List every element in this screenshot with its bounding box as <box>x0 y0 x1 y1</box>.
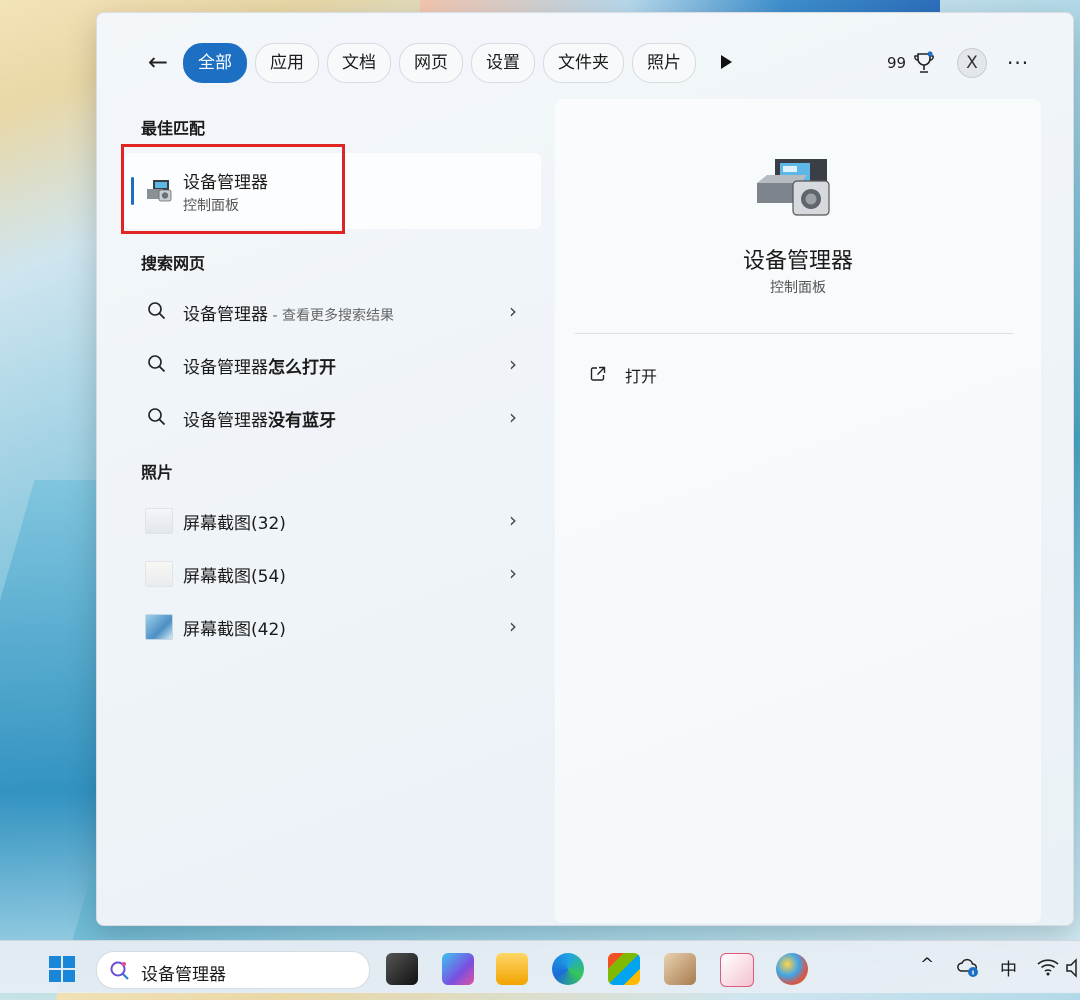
preview-title: 设备管理器 <box>742 249 853 274</box>
device-manager-icon <box>757 159 830 216</box>
web-result-2[interactable]: 设备管理器怎么打开 › <box>125 340 541 388</box>
web-result-query: 设备管理器 <box>183 358 268 378</box>
back-arrow-icon[interactable]: ← <box>145 49 171 75</box>
edge-browser-icon[interactable] <box>552 953 584 985</box>
wifi-icon[interactable] <box>1036 957 1060 977</box>
search-icon <box>148 408 166 426</box>
filter-tabs: 全部 应用 文档 网页 设置 文件夹 照片 <box>183 43 696 83</box>
tab-all[interactable]: 全部 <box>183 43 247 83</box>
web-result-suffix: 怎么打开 <box>268 358 336 378</box>
web-result-1[interactable]: 设备管理器 - 查看更多搜索结果 › <box>125 287 541 335</box>
preview-subtitle: 控制面板 <box>770 280 826 296</box>
rewards-points[interactable]: 99 <box>887 51 906 75</box>
volume-icon[interactable] <box>1066 957 1080 979</box>
ime-indicator[interactable]: 中 <box>1000 955 1017 980</box>
file-explorer-icon[interactable] <box>496 953 528 985</box>
chevron-right-icon[interactable]: › <box>509 299 517 323</box>
chevron-right-icon[interactable]: › <box>509 508 517 532</box>
open-external-icon <box>590 366 606 381</box>
photo-result-1[interactable]: 屏幕截图(32) › <box>125 496 541 544</box>
photos-heading: 照片 <box>141 463 174 482</box>
chevron-right-icon[interactable]: › <box>509 352 517 376</box>
web-search-heading: 搜索网页 <box>141 254 206 273</box>
snipping-tool-icon[interactable] <box>720 953 754 987</box>
web-result-3[interactable]: 设备管理器没有蓝牙 › <box>125 393 541 441</box>
best-match-heading: 最佳匹配 <box>141 119 206 138</box>
result-preview-pane: 设备管理器 控制面板 打开 <box>555 99 1041 923</box>
windows-start-icon[interactable] <box>48 955 76 983</box>
web-result-hint: - 查看更多搜索结果 <box>268 308 394 324</box>
chevron-right-icon[interactable]: › <box>509 405 517 429</box>
search-icon <box>148 302 166 320</box>
photo-result-label: 屏幕截图(32) <box>183 514 286 534</box>
microsoft-store-icon[interactable] <box>608 953 640 985</box>
more-filters-play-icon[interactable] <box>721 55 732 69</box>
chevron-right-icon[interactable]: › <box>509 614 517 638</box>
show-hidden-icons-chevron-icon[interactable]: ^ <box>920 955 934 975</box>
trophy-icon[interactable] <box>913 51 935 75</box>
photo-result-3[interactable]: 屏幕截图(42) › <box>125 602 541 650</box>
photo-result-label: 屏幕截图(54) <box>183 567 286 587</box>
web-result-query: 设备管理器 <box>183 305 268 325</box>
tab-folders[interactable]: 文件夹 <box>543 43 624 83</box>
divider <box>575 333 1013 334</box>
web-result-query: 设备管理器 <box>183 411 268 431</box>
open-action[interactable]: 打开 <box>585 361 785 389</box>
paint-icon[interactable] <box>776 953 808 985</box>
more-options-icon[interactable]: ··· <box>1007 51 1029 75</box>
dice-game-icon[interactable] <box>664 953 696 985</box>
tab-photos[interactable]: 照片 <box>632 43 696 83</box>
open-label: 打开 <box>625 367 658 386</box>
copilot-pre-icon[interactable] <box>442 953 474 985</box>
web-result-suffix: 没有蓝牙 <box>268 411 336 431</box>
screenshot-thumbnail <box>145 614 173 640</box>
red-highlight-annotation <box>121 144 345 234</box>
photo-result-label: 屏幕截图(42) <box>183 620 286 640</box>
photo-result-2[interactable]: 屏幕截图(54) › <box>125 549 541 597</box>
chevron-right-icon[interactable]: › <box>509 561 517 585</box>
task-view-icon[interactable] <box>386 953 418 985</box>
search-icon <box>148 355 166 373</box>
search-panel: ← 全部 应用 文档 网页 设置 文件夹 照片 99 X ··· 最佳匹配 设备… <box>96 12 1074 926</box>
tab-apps[interactable]: 应用 <box>255 43 319 83</box>
screenshot-thumbnail <box>145 561 173 587</box>
user-avatar[interactable]: X <box>957 48 987 78</box>
copilot-search-icon <box>110 961 129 980</box>
onedrive-info-icon[interactable] <box>956 957 980 979</box>
taskbar-search-box[interactable]: 设备管理器 <box>96 951 370 989</box>
tab-web[interactable]: 网页 <box>399 43 463 83</box>
taskbar: 设备管理器 ^ 中 <box>0 940 1080 993</box>
tab-settings[interactable]: 设置 <box>471 43 535 83</box>
taskbar-search-value: 设备管理器 <box>141 965 226 985</box>
screenshot-thumbnail <box>145 508 173 534</box>
tab-documents[interactable]: 文档 <box>327 43 391 83</box>
